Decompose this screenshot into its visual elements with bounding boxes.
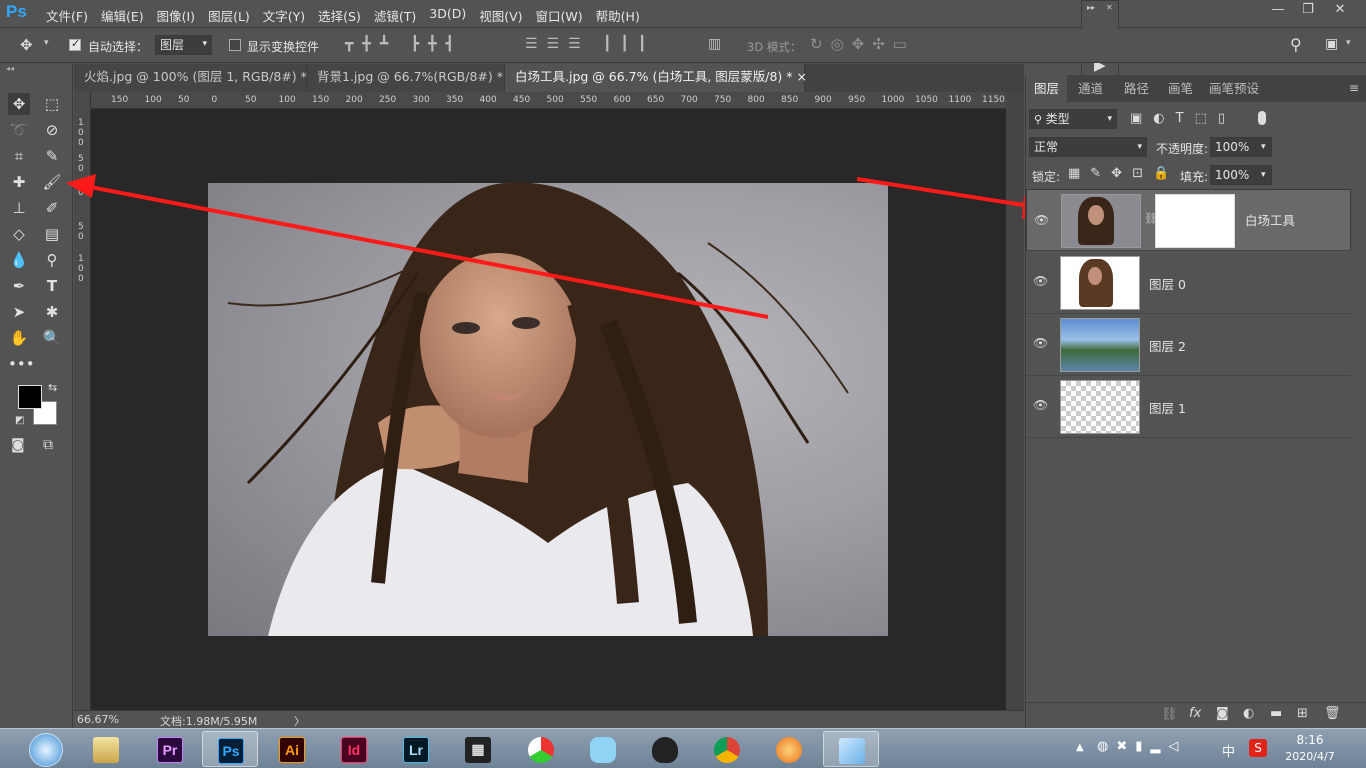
notes-button[interactable] xyxy=(823,731,879,767)
panel-menu-icon[interactable]: ≡ xyxy=(1349,81,1359,95)
trash-icon[interactable]: 🗑 xyxy=(1324,706,1341,721)
tray-icons[interactable]: ◍✖▮▂◁ xyxy=(1097,739,1186,754)
layer-thumbnail[interactable] xyxy=(1060,256,1140,310)
app-umbrella-button[interactable] xyxy=(513,731,569,767)
file-explorer-button[interactable] xyxy=(78,731,134,767)
qq-button[interactable] xyxy=(637,731,693,767)
clock-time[interactable]: 8:16 xyxy=(1285,733,1335,747)
lightroom-button[interactable]: Lr xyxy=(388,731,444,767)
illustrator-button[interactable]: Ai xyxy=(264,731,320,767)
foreground-color-swatch[interactable] xyxy=(18,385,42,409)
opacity-label: 不透明度: xyxy=(1156,142,1209,156)
indesign-button[interactable]: Id xyxy=(326,731,382,767)
arrow-head-left xyxy=(66,174,96,198)
eye-icon[interactable]: 👁 xyxy=(1033,398,1049,412)
browser-button[interactable] xyxy=(761,731,817,767)
layer-row-white-tool[interactable]: 👁 ⛓ 白场工具 xyxy=(1026,189,1351,251)
filter-kind-icons[interactable]: ▣◐T⬚▯ xyxy=(1130,111,1236,126)
panel-tabs: 图层 通道 路径 画笔 画笔预设 ≡ xyxy=(1026,75,1366,102)
lock-icons[interactable]: ▦✎✥⊡🔒 xyxy=(1068,166,1179,181)
new-layer-icon[interactable]: ⊞ xyxy=(1297,706,1308,721)
layers-panel-footer: ⛓ fx ◙ ◐ ▬ ⊞ 🗑 xyxy=(1026,702,1366,728)
layer-filter-dropdown[interactable]: ⚲ 类型 ▾ xyxy=(1029,109,1117,129)
layer-row-layer-1[interactable]: 👁 图层 1 xyxy=(1026,376,1351,438)
app-cloud-button[interactable] xyxy=(575,731,631,767)
new-group-icon[interactable]: ▬ xyxy=(1270,706,1282,721)
layer-name[interactable]: 图层 2 xyxy=(1149,336,1186,355)
layer-thumbnail[interactable] xyxy=(1060,380,1140,434)
status-menu-arrow[interactable]: 〉 xyxy=(294,713,305,729)
eye-icon[interactable]: 👁 xyxy=(1034,212,1050,227)
layer-row-layer-2[interactable]: 👁 图层 2 xyxy=(1026,314,1351,376)
arrow-to-layer-thumbnail xyxy=(856,177,1031,208)
clock-date[interactable]: 2020/4/7 xyxy=(1280,750,1340,763)
photoshop-button[interactable]: Ps xyxy=(202,731,258,767)
tray-expand-icon[interactable]: ▲ xyxy=(1076,742,1084,753)
arrow-to-brush-tool xyxy=(84,184,769,319)
status-bar: 66.67% 文档:1.98M/5.95M 〉 xyxy=(74,710,1024,728)
start-button[interactable] xyxy=(29,733,63,767)
premiere-button[interactable]: Pr xyxy=(142,731,198,767)
opacity-input[interactable]: 100% xyxy=(1210,137,1256,157)
chrome-button[interactable] xyxy=(699,731,755,767)
tab-channels[interactable]: 通道 xyxy=(1070,75,1111,102)
lock-label: 锁定: xyxy=(1032,170,1061,184)
layer-thumbnail[interactable] xyxy=(1061,194,1141,248)
adjustment-layer-icon[interactable]: ◐ xyxy=(1243,706,1254,721)
fill-input[interactable]: 100% xyxy=(1210,165,1256,185)
add-mask-icon[interactable]: ◙ xyxy=(1216,706,1229,721)
fill-label: 填充: xyxy=(1180,170,1209,184)
link-layers-icon[interactable]: ⛓ xyxy=(1161,707,1178,722)
eye-icon[interactable]: 👁 xyxy=(1033,336,1049,350)
blend-mode-dropdown[interactable]: 正常 ▾ xyxy=(1029,137,1147,157)
video-editor-button[interactable]: ▦ xyxy=(450,731,506,767)
document-size: 文档:1.98M/5.95M xyxy=(160,715,258,728)
eye-icon[interactable]: 👁 xyxy=(1033,274,1049,288)
sogou-icon[interactable]: S xyxy=(1249,739,1267,757)
layer-row-layer-0[interactable]: 👁 图层 0 xyxy=(1026,252,1351,314)
tab-brush[interactable]: 画笔 xyxy=(1160,75,1201,102)
taskbar: Pr Ps Ai Id Lr ▦ ▲ ◍✖▮▂◁ 中 S 8:16 2020/4… xyxy=(0,728,1366,768)
tab-layers[interactable]: 图层 xyxy=(1026,75,1068,102)
layer-name[interactable]: 图层 1 xyxy=(1149,398,1186,417)
opacity-dropdown[interactable]: ▾ xyxy=(1256,137,1272,157)
fill-dropdown[interactable]: ▾ xyxy=(1256,165,1272,185)
layers-panel: 图层 通道 路径 画笔 画笔预设 ≡ ⚲ 类型 ▾ ▣◐T⬚▯ 正常 ▾ 不透明度:… xyxy=(1025,75,1366,728)
tab-brush-presets[interactable]: 画笔预设 xyxy=(1201,75,1267,102)
ime-indicator[interactable]: 中 xyxy=(1222,741,1235,760)
fx-icon[interactable]: fx xyxy=(1189,706,1201,721)
layer-name[interactable]: 白场工具 xyxy=(1245,212,1295,229)
layer-name[interactable]: 图层 0 xyxy=(1149,274,1186,293)
search-icon: ⚲ xyxy=(1034,113,1046,126)
tab-paths[interactable]: 路径 xyxy=(1116,75,1157,102)
zoom-level[interactable]: 66.67% xyxy=(77,713,119,726)
filter-toggle[interactable] xyxy=(1258,111,1266,125)
layer-mask-thumbnail[interactable] xyxy=(1155,194,1235,248)
layer-thumbnail[interactable] xyxy=(1060,318,1140,372)
